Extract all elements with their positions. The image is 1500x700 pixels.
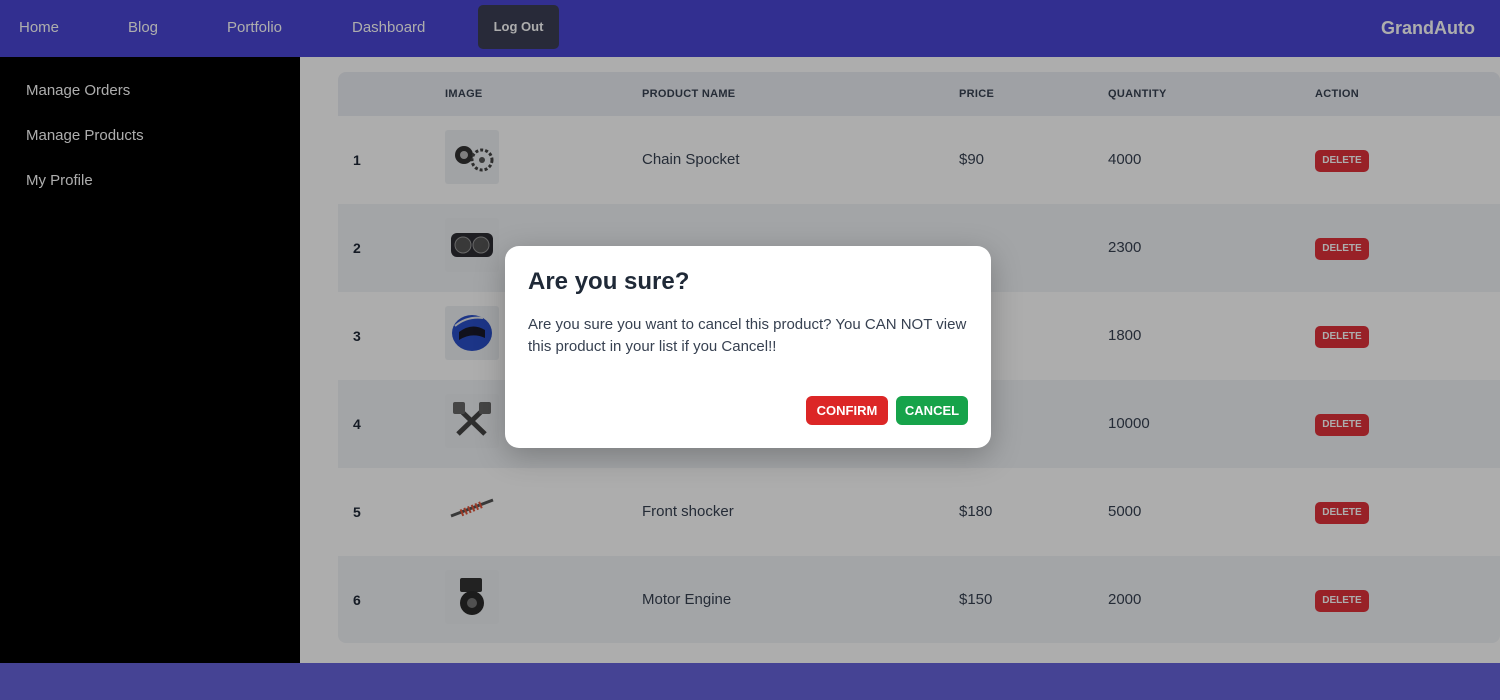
confirm-dialog: Are you sure? Are you sure you want to c… xyxy=(505,246,991,448)
cancel-button[interactable]: CANCEL xyxy=(896,396,968,425)
dialog-title: Are you sure? xyxy=(528,268,690,295)
dialog-message: Are you sure you want to cancel this pro… xyxy=(528,316,967,355)
confirm-button[interactable]: CONFIRM xyxy=(806,396,888,425)
